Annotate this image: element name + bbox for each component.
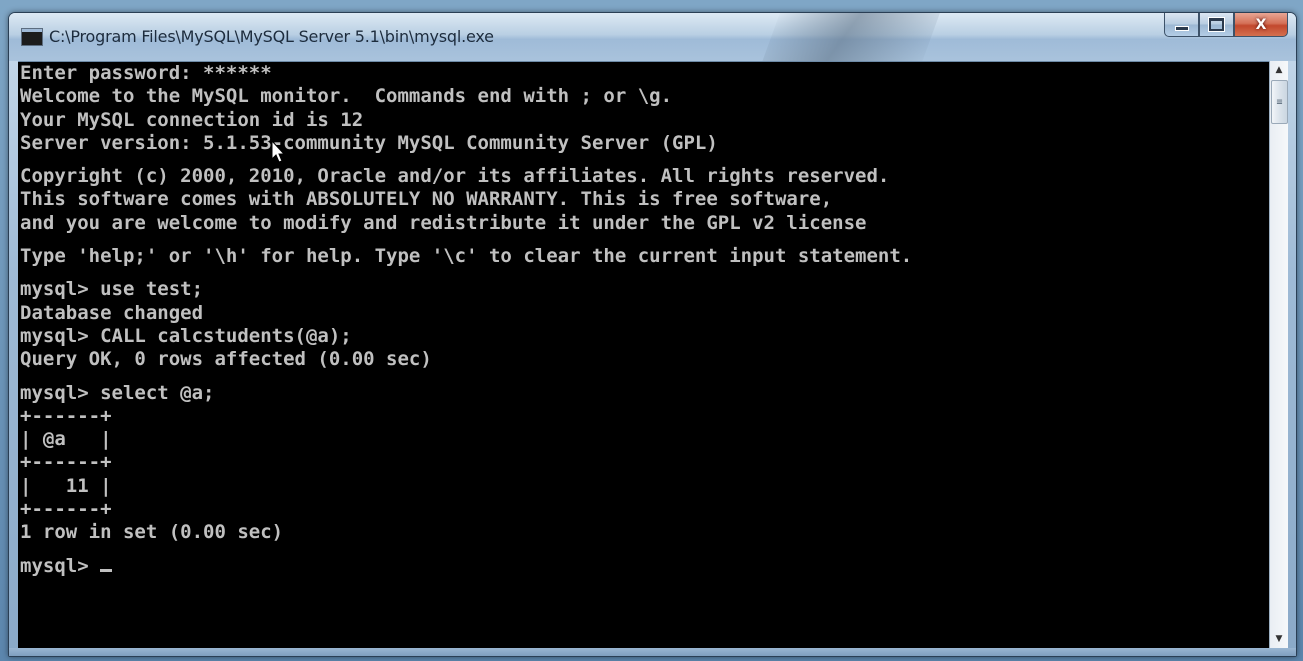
console-line: Welcome to the MySQL monitor. Commands e… [20,85,673,108]
scroll-up-button[interactable]: ▲ [1270,61,1288,79]
close-icon: X [1255,16,1267,33]
mysql-prompt: mysql> [20,554,101,577]
result-table-row: | 11 | [20,474,112,497]
window-title: C:\Program Files\MySQL\MySQL Server 5.1\… [49,27,494,46]
console-line: and you are welcome to modify and redist… [20,211,867,234]
console-window: C:\Program Files\MySQL\MySQL Server 5.1\… [8,12,1297,657]
vertical-scrollbar[interactable]: ▲ ≡ ▼ [1269,61,1288,648]
minimize-icon [1174,26,1189,31]
grip-icon: ≡ [1276,96,1283,108]
scroll-down-button[interactable]: ▼ [1270,630,1288,648]
console-line: mysql> select @a; [20,381,215,404]
scrollbar-thumb[interactable]: ≡ [1271,80,1288,124]
result-table-header: | @a | [20,428,112,451]
prompt-line[interactable]: mysql> [18,555,1269,578]
window-bottom-border [9,648,1296,656]
console-line: This software comes with ABSOLUTELY NO W… [20,188,833,211]
result-table-border: +------+ [20,498,112,521]
arrow-down-icon: ▼ [1275,634,1283,644]
console-output[interactable]: Enter password: ****** Welcome to the My… [18,61,1269,649]
title-bar-glare [754,13,944,61]
text-caret [100,568,113,572]
title-bar[interactable]: C:\Program Files\MySQL\MySQL Server 5.1\… [9,13,1296,61]
result-table-border: +------+ [20,404,112,427]
maximize-icon [1209,18,1224,31]
arrow-up-icon: ▲ [1275,65,1283,75]
console-line: mysql> CALL calcstudents(@a); [20,324,352,347]
minimize-button[interactable] [1164,13,1199,37]
console-line: Enter password: ****** [20,62,272,84]
caption-buttons: X [1164,13,1288,37]
console-line: Copyright (c) 2000, 2010, Oracle and/or … [20,165,890,188]
maximize-button[interactable] [1199,13,1234,37]
console-line: Query OK, 0 rows affected (0.00 sec) [20,348,432,371]
close-button[interactable]: X [1234,13,1288,37]
console-line: Database changed [20,301,204,324]
console-line: Server version: 5.1.53-community MySQL C… [20,131,718,154]
console-line: Your MySQL connection id is 12 [20,108,364,131]
console-line: 1 row in set (0.00 sec) [20,521,284,544]
result-table-border: +------+ [20,451,112,474]
console-app-icon[interactable] [21,28,43,46]
console-line: Type 'help;' or '\h' for help. Type '\c'… [20,245,913,268]
console-line: mysql> use test; [20,278,204,301]
